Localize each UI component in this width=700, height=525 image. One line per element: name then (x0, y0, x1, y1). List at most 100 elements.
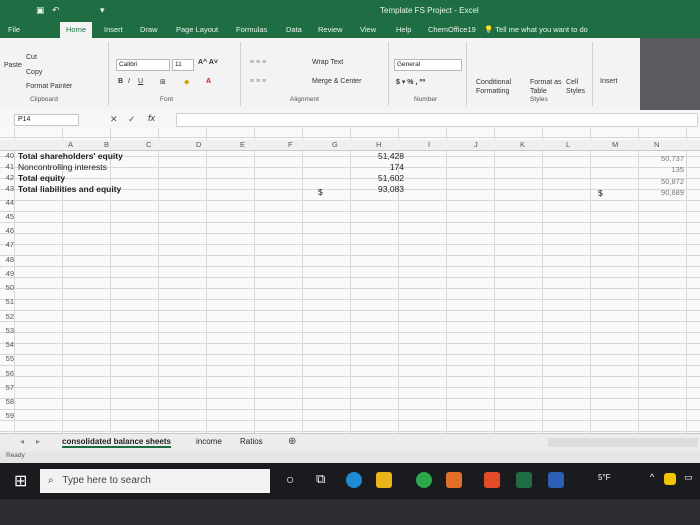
cell-styles-button[interactable]: Cell Styles (566, 78, 586, 96)
merge-center-button[interactable]: Merge & Center (312, 78, 361, 85)
row-header[interactable]: 45 (0, 212, 14, 221)
row-header[interactable]: 52 (0, 312, 14, 321)
paste-button[interactable]: Paste (4, 62, 22, 69)
task-view-icon[interactable]: ⧉ (316, 471, 325, 487)
edge-icon[interactable] (346, 472, 362, 488)
column-header[interactable]: I (428, 140, 430, 149)
row-header[interactable]: 47 (0, 240, 14, 249)
cortana-icon[interactable]: ○ (286, 471, 294, 487)
value-cell-n[interactable]: 135 (640, 165, 684, 174)
fill-color-icon[interactable]: ◆ (184, 78, 189, 86)
bold-icon[interactable]: B (118, 78, 123, 85)
row-header[interactable]: 43 (0, 184, 14, 193)
excel-icon[interactable] (516, 472, 532, 488)
number-format-select[interactable]: General (394, 59, 462, 71)
row-header[interactable]: 42 (0, 173, 14, 182)
tab-home[interactable]: Home (60, 22, 93, 38)
value-cell-n[interactable]: 90,689 (640, 188, 684, 197)
zoom-icon[interactable] (548, 472, 564, 488)
value-cell-h[interactable]: 174 (360, 162, 404, 172)
app-icon-2[interactable] (484, 472, 500, 488)
file-explorer-icon[interactable] (376, 472, 392, 488)
borders-icon[interactable]: ⊞ (160, 78, 166, 86)
tab-insert[interactable]: Insert (104, 25, 123, 34)
undo-icon[interactable]: ↶ (52, 5, 60, 16)
row-header[interactable]: 40 (0, 151, 14, 160)
currency-symbol-m[interactable]: $ (598, 188, 603, 198)
column-header[interactable]: M (612, 140, 618, 149)
wrap-text-button[interactable]: Wrap Text (312, 59, 343, 66)
sheet-tab-income[interactable]: income (196, 437, 222, 446)
enter-icon[interactable]: ✓ (128, 114, 136, 125)
row-header[interactable]: 57 (0, 383, 14, 392)
conditional-formatting-button[interactable]: Conditional Formatting (476, 78, 522, 96)
value-cell-n[interactable]: 50,737 (640, 154, 684, 163)
row-header[interactable]: 46 (0, 226, 14, 235)
tab-data[interactable]: Data (286, 25, 302, 34)
tray-app-icon[interactable] (664, 473, 676, 485)
column-header[interactable]: J (474, 140, 478, 149)
column-header[interactable]: F (288, 140, 293, 149)
value-cell-n[interactable]: 50,872 (640, 177, 684, 186)
next-sheet-icon[interactable]: ▸ (36, 437, 40, 446)
row-header[interactable]: 59 (0, 411, 14, 420)
notification-icon[interactable]: ▭ (684, 472, 693, 483)
column-header[interactable]: E (240, 140, 245, 149)
format-painter-button[interactable]: Format Painter (26, 83, 72, 90)
font-size-select[interactable]: 11 (172, 59, 194, 71)
copy-button[interactable]: Copy (26, 69, 42, 76)
currency-symbol-g[interactable]: $ (318, 187, 323, 197)
column-header[interactable]: H (376, 140, 381, 149)
value-cell-h[interactable]: 93,083 (360, 184, 404, 194)
taskbar-search-box[interactable]: ⌕ Type here to search (40, 469, 270, 493)
tab-help[interactable]: Help (396, 25, 411, 34)
tab-view[interactable]: View (360, 25, 376, 34)
function-icon[interactable]: fx (148, 113, 155, 123)
font-color-icon[interactable]: A (206, 78, 211, 85)
column-header[interactable]: K (520, 140, 525, 149)
column-header[interactable]: N (654, 140, 659, 149)
cancel-icon[interactable]: ✕ (110, 114, 118, 125)
column-header[interactable]: B (104, 140, 109, 149)
align-top-icon[interactable]: ≡ ≡ ≡ (250, 59, 266, 66)
row-header[interactable]: 49 (0, 269, 14, 278)
row-header[interactable]: 51 (0, 297, 14, 306)
row-label-cell[interactable]: Total shareholders' equity (18, 151, 123, 161)
tray-chevron-icon[interactable]: ^ (650, 472, 654, 482)
row-label-cell[interactable]: Total liabilities and equity (18, 184, 121, 194)
sheet-tab-ratios[interactable]: Ratios (240, 437, 263, 446)
column-header[interactable]: A (68, 140, 73, 149)
worksheet-grid[interactable]: A B C D E F G H I J K L M N 40 Total sha… (0, 128, 700, 433)
column-header[interactable]: L (566, 140, 570, 149)
insert-cells-button[interactable]: Insert (600, 78, 618, 85)
formula-input[interactable] (176, 113, 698, 127)
italic-icon[interactable]: I (128, 78, 130, 85)
app-icon[interactable] (446, 472, 462, 488)
row-header[interactable]: 50 (0, 283, 14, 292)
cut-button[interactable]: Cut (26, 54, 37, 61)
row-label-cell[interactable]: Total equity (18, 173, 65, 183)
horizontal-scrollbar[interactable] (548, 438, 698, 447)
format-as-table-button[interactable]: Format as Table (530, 78, 562, 96)
column-header[interactable]: G (332, 140, 338, 149)
row-header[interactable]: 41 (0, 162, 14, 171)
tab-page-layout[interactable]: Page Layout (176, 25, 218, 34)
sheet-tab-consolidated[interactable]: consolidated balance sheets (62, 437, 171, 448)
row-label-cell[interactable]: Noncontrolling interests (18, 162, 107, 172)
align-left-icon[interactable]: ≡ ≡ ≡ (250, 78, 266, 85)
row-header[interactable]: 44 (0, 198, 14, 207)
row-header[interactable]: 53 (0, 326, 14, 335)
tab-file[interactable]: File (8, 25, 20, 34)
tab-chemoffice[interactable]: ChemOffice19 (428, 25, 476, 34)
row-header[interactable]: 58 (0, 397, 14, 406)
quick-access-dropdown-icon[interactable]: ▾ (100, 5, 105, 16)
grow-font-icon[interactable]: A^ A˅ (198, 59, 218, 66)
font-name-select[interactable]: Calibri (116, 59, 170, 71)
name-box[interactable]: P14 (14, 114, 79, 126)
value-cell-h[interactable]: 51,602 (360, 173, 404, 183)
row-header[interactable]: 48 (0, 255, 14, 264)
row-header[interactable]: 55 (0, 354, 14, 363)
row-header[interactable]: 54 (0, 340, 14, 349)
underline-icon[interactable]: U (138, 78, 143, 85)
tab-formulas[interactable]: Formulas (236, 25, 267, 34)
